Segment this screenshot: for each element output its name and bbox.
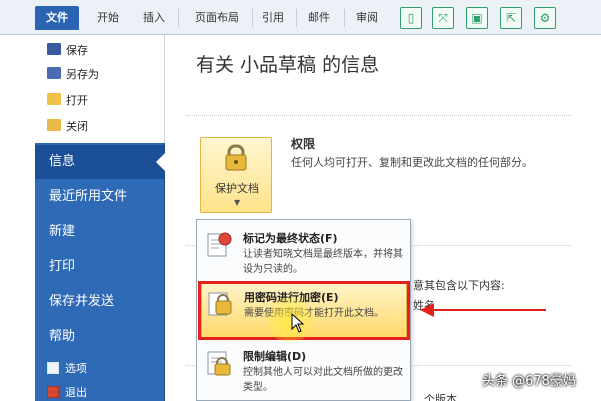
nav-command-open[interactable]: 打开 bbox=[47, 91, 88, 111]
tab-file[interactable]: 文件 bbox=[35, 6, 79, 30]
settings-icon[interactable]: ⚙ bbox=[534, 7, 556, 29]
backstage-nav: 保存 另存为 打开 关闭 信息 最近所用文件 新建 打印 保存并发送 帮助 选项… bbox=[35, 35, 166, 401]
tab-divider bbox=[344, 9, 345, 27]
click-highlight bbox=[267, 297, 313, 343]
protect-document-button[interactable]: 保护文档 ▼ bbox=[200, 137, 272, 213]
nav-command-label: 打开 bbox=[66, 94, 88, 107]
save-icon bbox=[47, 43, 61, 55]
share-icon[interactable]: ⇱ bbox=[500, 7, 522, 29]
tab-divider bbox=[252, 9, 253, 27]
permissions-description: 任何人均可打开、复制和更改此文档的任何部分。 bbox=[291, 156, 533, 169]
nav-command-save-as[interactable]: 另存为 bbox=[47, 65, 99, 85]
tab-insert[interactable]: 插入 bbox=[138, 8, 170, 28]
inspect-info-text: 意其包含以下内容: bbox=[413, 279, 505, 292]
menu-item-mark-final[interactable]: 标记为最终状态(F) 让读者知晓文档是最终版本，并将其设为只读的。 bbox=[201, 224, 407, 280]
options-icon bbox=[47, 362, 59, 374]
open-folder-icon bbox=[47, 93, 61, 105]
nav-command-close[interactable]: 关闭 bbox=[47, 117, 88, 137]
protect-document-label: 保护文档 bbox=[215, 182, 259, 195]
tab-references[interactable]: 引用 bbox=[258, 8, 288, 28]
permissions-title: 权限 bbox=[291, 137, 316, 151]
mobile-icon[interactable]: ▯ bbox=[400, 7, 422, 29]
nav-command-save[interactable]: 保存 bbox=[47, 41, 88, 61]
nav-item-exit[interactable]: 退出 bbox=[47, 384, 87, 401]
page-title: 有关 小品草稿 的信息 bbox=[196, 54, 380, 76]
restrict-edit-icon bbox=[207, 351, 231, 376]
tab-home[interactable]: 开始 bbox=[92, 8, 124, 28]
nav-commands-panel: 保存 另存为 打开 关闭 bbox=[35, 35, 165, 143]
nav-item-recent[interactable]: 最近所用文件 bbox=[35, 180, 165, 214]
tab-divider bbox=[178, 9, 179, 27]
nav-item-options[interactable]: 选项 bbox=[47, 360, 87, 378]
menu-item-description: 让读者知晓文档是最终版本，并将其设为只读的。 bbox=[243, 249, 403, 275]
tab-review[interactable]: 审阅 bbox=[352, 8, 382, 28]
nav-small-label: 选项 bbox=[65, 362, 87, 375]
nav-item-help[interactable]: 帮助 bbox=[35, 320, 165, 354]
save-as-icon bbox=[47, 67, 61, 79]
menu-item-restrict-editing[interactable]: 限制编辑(D) 控制其他人可以对此文档所做的更改类型。 bbox=[201, 342, 407, 398]
nav-command-label: 关闭 bbox=[66, 120, 88, 133]
padlock-icon bbox=[225, 144, 247, 171]
menu-item-description: 控制其他人可以对此文档所做的更改类型。 bbox=[243, 367, 403, 393]
nav-item-new[interactable]: 新建 bbox=[35, 215, 165, 249]
tab-mailings[interactable]: 邮件 bbox=[304, 8, 334, 28]
fullscreen-icon[interactable]: ⤧ bbox=[432, 7, 454, 29]
nav-small-label: 退出 bbox=[65, 386, 87, 399]
watermark: 头条 @678豪妈 bbox=[482, 374, 576, 389]
save-icon[interactable]: ▣ bbox=[466, 7, 488, 29]
mouse-cursor-icon bbox=[291, 313, 305, 333]
nav-item-info[interactable]: 信息 bbox=[35, 145, 166, 179]
menu-item-title: 限制编辑(D) bbox=[243, 350, 307, 363]
ribbon-tab-bar: 文件 开始 插入 页面布局 引用 邮件 审阅 ▯ ⤧ ▣ ⇱ ⚙ bbox=[0, 0, 601, 35]
close-folder-icon bbox=[47, 119, 61, 131]
nav-command-label: 保存 bbox=[66, 44, 88, 57]
versions-text: 个版本 bbox=[424, 393, 457, 401]
nav-command-label: 另存为 bbox=[66, 68, 99, 81]
exit-icon bbox=[47, 386, 59, 398]
menu-item-title: 标记为最终状态(F) bbox=[243, 232, 338, 245]
section-divider bbox=[186, 115, 571, 116]
chevron-down-icon: ▼ bbox=[234, 198, 241, 207]
nav-item-print[interactable]: 打印 bbox=[35, 250, 165, 284]
annotation-arrow-icon bbox=[420, 303, 546, 317]
final-mark-icon bbox=[207, 232, 232, 257]
nav-item-save-send[interactable]: 保存并发送 bbox=[35, 285, 165, 319]
tab-divider bbox=[296, 9, 297, 27]
tab-page-layout[interactable]: 页面布局 bbox=[188, 8, 246, 28]
